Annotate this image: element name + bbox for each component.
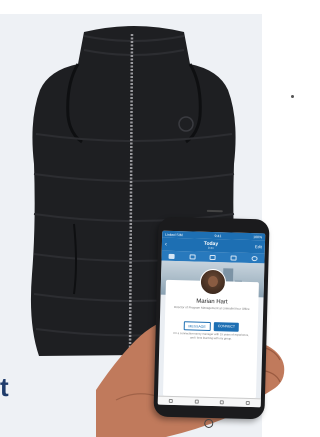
connect-button[interactable]: CONNECT (213, 322, 240, 332)
profile-description: I'm a connection-savvy manager with 15 y… (173, 331, 250, 341)
profile-title: Director of Program Management at Linked… (173, 305, 250, 311)
phone-speaker (206, 209, 223, 213)
status-time: 9:41 (214, 233, 222, 238)
avatar[interactable] (199, 268, 226, 296)
profile-card: Marian Hart Director of Program Manageme… (162, 268, 259, 399)
edit-button[interactable]: Edit (255, 244, 262, 249)
search-icon[interactable] (194, 399, 199, 404)
home-icon[interactable] (168, 253, 175, 259)
bottom-tab-bar (157, 395, 261, 408)
feed-icon[interactable] (168, 398, 173, 404)
bullet-dot (291, 95, 294, 98)
profile-icon[interactable] (251, 255, 258, 261)
messages-icon[interactable] (245, 400, 250, 406)
briefcase-icon[interactable] (210, 254, 217, 260)
nav-subtitle-text: 9:41 (207, 245, 214, 250)
nav-title: Today 9:41 (204, 240, 219, 250)
brand-word-fragment: t (0, 372, 9, 402)
status-carrier: Linked SIM (165, 232, 183, 237)
smartphone: Linked SIM 9:41 100% ‹ Today 9:41 Edit M… (153, 209, 270, 429)
network-icon[interactable] (220, 400, 225, 405)
bell-icon[interactable] (230, 254, 237, 261)
phone-screen: Linked SIM 9:41 100% ‹ Today 9:41 Edit M… (157, 230, 266, 408)
people-icon[interactable] (189, 253, 196, 260)
back-button[interactable]: ‹ (165, 241, 167, 247)
message-button[interactable]: MESSAGE (183, 321, 211, 331)
status-battery: 100% (253, 234, 263, 239)
